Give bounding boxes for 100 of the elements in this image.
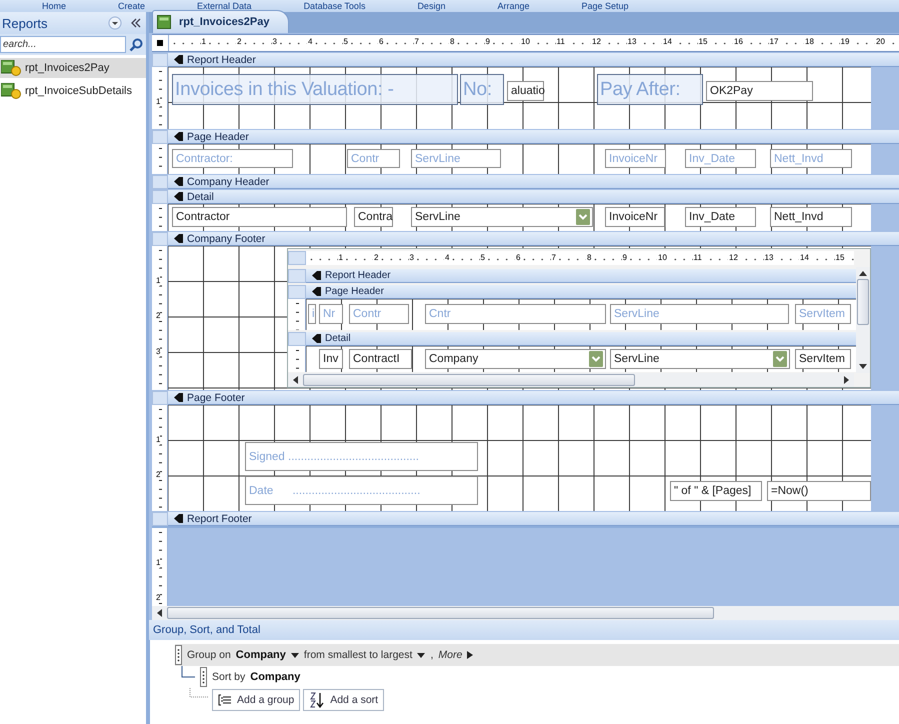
field-label: Contr [349, 304, 409, 324]
ribbon-tab[interactable]: Database Tools [304, 1, 366, 11]
text-box: Contractor [172, 207, 347, 227]
section-selector[interactable] [152, 175, 168, 189]
section-bar[interactable]: Report Footer [168, 512, 899, 526]
drag-handle-icon[interactable] [200, 667, 207, 687]
report-list-item[interactable]: rpt_Invoices2Pay [0, 58, 146, 78]
document-tab[interactable]: rpt_Invoices2Pay [152, 10, 288, 33]
scroll-thumb[interactable] [303, 374, 635, 386]
scroll-up-icon[interactable] [858, 269, 868, 277]
ruler-number: 16 [733, 37, 744, 46]
connector-line [181, 666, 195, 678]
sort-ascending-icon [309, 692, 326, 708]
report-list-item[interactable]: rpt_InvoiceSubDetails [0, 81, 146, 101]
field-label: ServLine [610, 304, 789, 324]
field-selector[interactable]: Company [236, 649, 286, 661]
dropdown-button-icon[interactable] [589, 351, 603, 367]
section-selector[interactable] [152, 130, 168, 144]
ruler-number: 8 [449, 37, 456, 46]
section-bar[interactable]: Report Header [168, 53, 899, 67]
field-label: Inv_Date [685, 149, 756, 168]
ruler-number: 12 [591, 37, 602, 46]
search-field[interactable]: earch... [0, 36, 126, 53]
ribbon-tab[interactable]: Home [42, 1, 66, 11]
ruler-number: 18 [804, 37, 815, 46]
ruler-number: 1 [156, 96, 160, 106]
dropdown-button-icon[interactable] [576, 209, 590, 225]
ruler-number: 4 [444, 253, 450, 262]
separator: , [430, 649, 434, 661]
section-selector[interactable] [288, 285, 306, 299]
scroll-left-icon[interactable] [155, 608, 163, 618]
ruler-number: 14 [799, 253, 810, 262]
collapse-icon[interactable] [130, 18, 142, 28]
field-label: Contractor: [172, 149, 293, 168]
ruler-number: 15 [834, 253, 846, 262]
drag-handle-icon[interactable] [175, 645, 182, 665]
caret-icon[interactable] [290, 652, 299, 658]
ruler-number: 1 [156, 434, 160, 444]
dropdown-icon[interactable] [108, 16, 122, 30]
ribbon-tab[interactable]: Arrange [497, 1, 530, 11]
section-bar[interactable]: Page Header [306, 285, 856, 299]
ribbon-tab[interactable]: Page Setup [581, 1, 629, 11]
text-box: aluatio [507, 81, 544, 101]
ruler-number: 14 [662, 37, 673, 46]
section-selector[interactable] [288, 269, 306, 283]
sort-order-selector[interactable]: from smallest to largest [304, 649, 412, 661]
section-selector[interactable] [152, 391, 168, 405]
ruler-number: 6 [515, 253, 522, 262]
caret-icon[interactable] [417, 652, 426, 658]
add-sort-button[interactable]: Add a sort [303, 689, 384, 711]
more-link[interactable]: More [438, 649, 462, 661]
ruler-number: 5 [480, 253, 486, 262]
ruler-number: 11 [692, 253, 703, 262]
section-bar[interactable]: Company Footer [168, 232, 899, 246]
ruler-number: 2 [156, 470, 160, 480]
vertical-scrollbar[interactable] [856, 267, 870, 373]
ruler-number: 8 [586, 253, 592, 262]
add-group-button[interactable]: Add a group [212, 689, 300, 711]
dropdown-button-icon[interactable] [773, 351, 787, 367]
text-box: =Now() [767, 481, 871, 501]
ruler-number: 19 [840, 37, 850, 46]
ruler-number: 4 [307, 37, 314, 46]
field-label: Signed ......................................... [245, 442, 478, 471]
scroll-right-icon[interactable] [843, 375, 851, 385]
section-selector[interactable] [152, 512, 168, 526]
section-selector[interactable] [152, 232, 168, 246]
combo-text: ServLine [415, 211, 460, 223]
ruler-number: 10 [520, 37, 531, 46]
section-selector[interactable] [288, 332, 306, 346]
ruler-number: 20 [875, 37, 886, 46]
ruler-number: 1 [200, 37, 207, 46]
search-icon[interactable] [129, 38, 143, 52]
ribbon-tab[interactable]: Design [417, 1, 446, 11]
section-marker-icon [174, 234, 183, 243]
scroll-thumb[interactable] [857, 279, 869, 325]
section-marker-icon [312, 271, 321, 280]
section-marker-icon [174, 177, 183, 186]
section-bar[interactable]: Detail [306, 332, 856, 346]
section-bar[interactable]: Detail [168, 190, 899, 204]
section-selector[interactable] [152, 190, 168, 204]
ruler-number: 9 [622, 253, 628, 262]
section-bar[interactable]: Company Header [168, 175, 899, 189]
text-box: OK2Pay [706, 81, 813, 101]
scroll-left-icon[interactable] [291, 375, 299, 385]
section-bar[interactable]: Page Header [168, 130, 899, 144]
report-icon [157, 15, 171, 29]
horizontal-scrollbar[interactable] [288, 373, 854, 387]
horizontal-scrollbar[interactable] [152, 606, 899, 620]
scroll-thumb[interactable] [167, 607, 714, 619]
section-bar[interactable]: Report Header [306, 269, 856, 283]
ribbon-tab[interactable]: External Data [197, 1, 252, 11]
section-marker-icon [174, 132, 183, 141]
expand-arrow-icon[interactable] [467, 651, 474, 659]
scroll-down-icon[interactable] [858, 363, 868, 371]
ruler-number: 2 [373, 253, 380, 262]
ribbon-tab[interactable]: Create [118, 1, 146, 11]
field-selector[interactable]: Company [250, 671, 300, 683]
pane-title: Group, Sort, and Total [149, 620, 899, 640]
section-bar[interactable]: Page Footer [168, 391, 899, 405]
field-label: Date ........................................ [245, 476, 478, 505]
